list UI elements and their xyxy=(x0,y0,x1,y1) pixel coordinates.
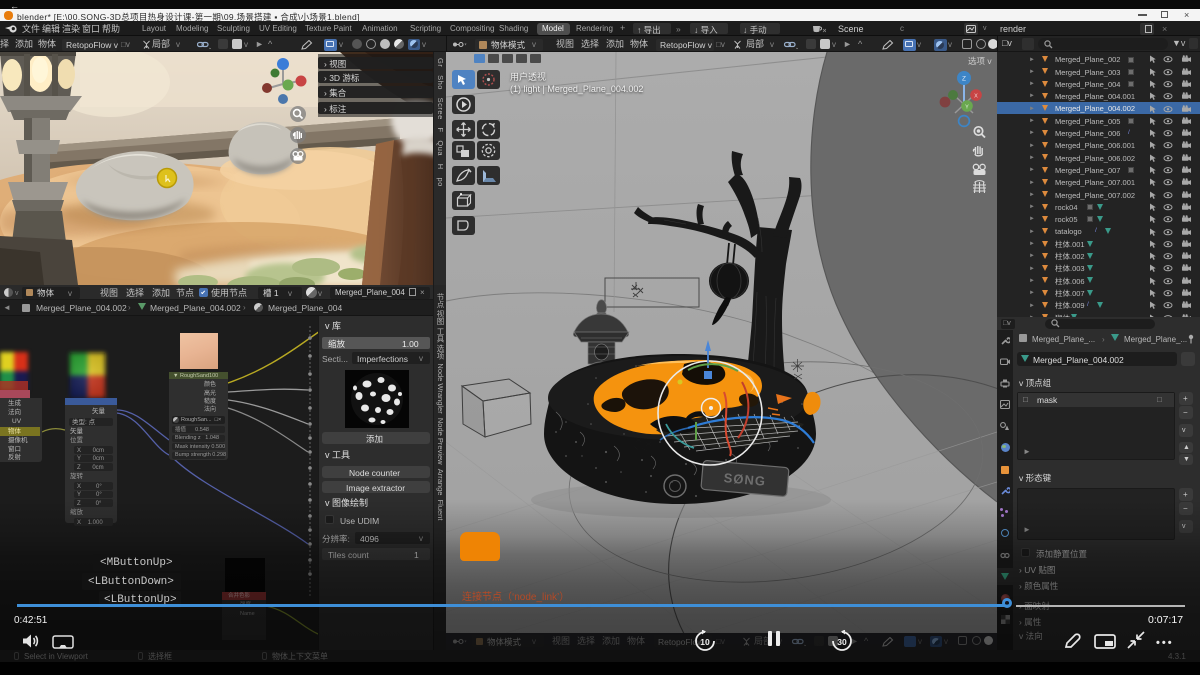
svg-text:Z: Z xyxy=(962,76,966,83)
svg-text:Y: Y xyxy=(965,105,969,111)
svg-text:X: X xyxy=(974,94,978,100)
